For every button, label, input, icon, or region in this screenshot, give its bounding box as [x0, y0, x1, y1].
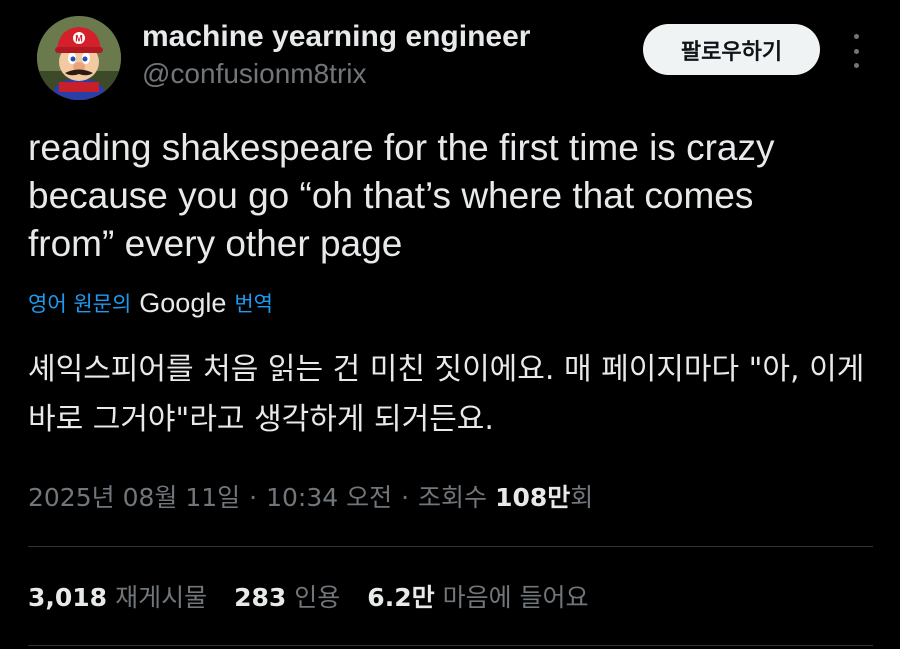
retweets-stat[interactable]: 3,018 재게시물	[28, 578, 207, 614]
tweet-meta: 2025년 08월 11일 · 10:34 오전 · 조회수 108만 회	[28, 478, 593, 514]
divider	[28, 645, 873, 646]
retweets-label: 재게시물	[115, 583, 208, 612]
follow-button[interactable]: 팔로우하기	[643, 24, 820, 75]
views-prefix: 조회수	[418, 483, 488, 512]
separator: ·	[401, 483, 410, 512]
author-handle[interactable]: @confusionm8trix	[142, 58, 367, 90]
svg-text:M: M	[75, 34, 83, 44]
tweet-text: reading shakespeare for the first time i…	[28, 127, 775, 264]
author-display-name[interactable]: machine yearning engineer	[142, 20, 530, 54]
dot	[853, 34, 859, 39]
quotes-label: 인용	[294, 583, 341, 612]
separator: ·	[249, 483, 258, 512]
more-options-icon[interactable]	[846, 34, 866, 68]
views-suffix: 회	[570, 483, 594, 512]
dot	[853, 48, 859, 54]
likes-count: 6.2만	[367, 583, 435, 612]
retweets-count: 3,018	[28, 583, 108, 612]
post-date[interactable]: 2025년 08월 11일	[28, 478, 240, 514]
likes-label: 마음에 들어요	[442, 583, 589, 612]
translate-suffix: 번역	[234, 292, 273, 316]
google-logo: Google	[139, 287, 227, 318]
post-time[interactable]: 10:34 오전	[266, 478, 392, 514]
engagement-stats: 3,018 재게시물 283 인용 6.2만 마음에 들어요	[28, 578, 616, 614]
likes-stat[interactable]: 6.2만 마음에 들어요	[367, 578, 588, 614]
mario-avatar-icon: M	[37, 16, 121, 100]
quotes-count: 283	[234, 583, 287, 612]
views-count: 108만	[495, 483, 571, 512]
translate-prefix: 영어 원문의	[28, 292, 132, 316]
translation-attribution[interactable]: 영어 원문의 Google 번역	[28, 286, 273, 320]
avatar[interactable]: M	[37, 16, 121, 100]
quotes-stat[interactable]: 283 인용	[234, 578, 340, 614]
translated-text: 셰익스피어를 처음 읽는 건 미친 짓이에요. 매 페이지마다 "아, 이게 바…	[28, 352, 865, 437]
tweet-header: M machine yearning engineer @confusionm8…	[0, 0, 900, 120]
divider	[28, 546, 873, 547]
dot	[853, 63, 859, 68]
